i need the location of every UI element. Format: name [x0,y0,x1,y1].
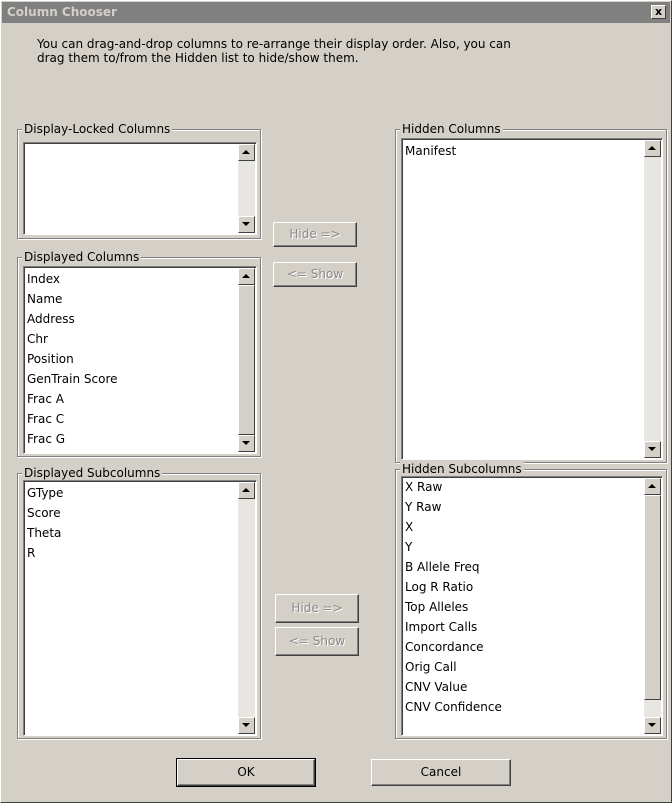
display-locked-list[interactable] [23,142,257,235]
instructions-line-2: drag them to/from the Hidden list to hid… [37,51,359,65]
close-button[interactable]: x [651,5,666,19]
cancel-label: Cancel [420,765,462,779]
scroll-down-button[interactable] [644,441,661,458]
list-item[interactable]: GenTrain Score [27,369,236,389]
list-item[interactable]: Frac C [27,409,236,429]
hidden-columns-label: Hidden Columns [400,122,503,136]
list-item[interactable]: Log R Ratio [405,577,642,597]
hidden-subcolumns-scrollbar[interactable] [644,478,661,734]
arrow-up-icon [242,274,250,278]
displayed-subcolumns-list[interactable]: GType Score Theta R [23,480,257,736]
scroll-down-button[interactable] [238,435,255,452]
instructions: You can drag-and-drop columns to re-arra… [37,37,637,65]
scroll-up-button[interactable] [238,482,255,499]
hide-subcolumn-button[interactable]: Hide => [275,594,359,623]
hidden-columns-scrollbar[interactable] [644,140,661,458]
hidden-subcolumns-list[interactable]: X Raw Y Raw X Y B Allele Freq Log R Ratio Top … [401,476,663,736]
display-locked-label: Display-Locked Columns [22,122,173,136]
displayed-subcolumns-scrollbar[interactable] [238,482,255,734]
hidden-subcolumns-label: Hidden Subcolumns [400,462,524,476]
show-subcolumn-button[interactable]: <= Show [275,627,359,656]
arrow-down-icon [242,222,250,226]
displayed-columns-group: Displayed Columns Index Name Address Chr Pos… [17,250,261,457]
displayed-columns-list[interactable]: Index Name Address Chr Position GenTrain Scor… [23,266,257,454]
arrow-up-icon [648,146,656,150]
list-item[interactable]: Frac G [27,429,236,449]
list-item[interactable]: Address [27,309,236,329]
scroll-up-button[interactable] [644,478,661,495]
list-item[interactable]: Manifest [405,141,642,161]
list-item[interactable]: Theta [27,523,236,543]
displayed-subcolumns-group: Displayed Subcolumns GType Score Theta R [17,466,261,739]
list-item[interactable]: Y Raw [405,497,642,517]
scroll-thumb[interactable] [644,495,661,700]
show-subcolumn-label: <= Show [288,634,346,648]
hide-subcolumn-label: Hide => [291,601,343,615]
ok-label: OK [237,765,255,779]
list-item[interactable]: B Allele Freq [405,557,642,577]
instructions-line-1: You can drag-and-drop columns to re-arra… [37,37,511,51]
list-item[interactable]: Frac A [27,389,236,409]
arrow-down-icon [648,447,656,451]
arrow-up-icon [242,488,250,492]
list-item[interactable]: X Raw [405,477,642,497]
list-item[interactable]: CNV Value [405,677,642,697]
displayed-columns-scrollbar[interactable] [238,268,255,452]
displayed-columns-items: Index Name Address Chr Position GenTrain Scor… [27,269,236,453]
list-item[interactable]: GType [27,483,236,503]
cancel-button[interactable]: Cancel [371,759,511,786]
ok-button[interactable]: OK [176,758,316,787]
arrow-down-icon [648,723,656,727]
list-item[interactable]: Frac T [27,449,236,453]
show-column-button[interactable]: <= Show [273,262,357,287]
list-item[interactable]: Position [27,349,236,369]
hidden-columns-list[interactable]: Manifest [401,138,663,460]
displayed-subcolumns-items: GType Score Theta R [27,483,236,563]
displayed-columns-label: Displayed Columns [22,250,142,264]
display-locked-group: Display-Locked Columns [17,122,261,239]
scroll-up-button[interactable] [644,140,661,157]
scroll-down-button[interactable] [238,717,255,734]
close-icon: x [654,5,663,18]
scroll-up-button[interactable] [238,144,255,161]
column-chooser-dialog: Column Chooser x You can drag-and-drop c… [0,0,672,803]
scroll-down-button[interactable] [238,216,255,233]
arrow-down-icon [242,723,250,727]
list-item[interactable]: Import Calls [405,617,642,637]
list-item[interactable]: Y [405,537,642,557]
display-locked-scrollbar[interactable] [238,144,255,233]
scroll-down-button[interactable] [644,717,661,734]
hidden-subcolumns-items: X Raw Y Raw X Y B Allele Freq Log R Ratio Top … [405,477,642,717]
list-item[interactable]: Chr [27,329,236,349]
list-item[interactable]: Top Alleles [405,597,642,617]
list-item[interactable]: X [405,517,642,537]
hidden-subcolumns-group: Hidden Subcolumns X Raw Y Raw X Y B Allele F… [395,462,667,739]
list-item[interactable]: Index [27,269,236,289]
scroll-thumb[interactable] [238,285,255,435]
hidden-columns-group: Hidden Columns Manifest [395,122,667,463]
arrow-up-icon [648,484,656,488]
displayed-subcolumns-label: Displayed Subcolumns [22,466,163,480]
title-bar[interactable]: Column Chooser x [2,2,670,23]
show-column-label: <= Show [286,267,344,281]
list-item[interactable]: Concordance [405,637,642,657]
list-item[interactable]: Score [27,503,236,523]
list-item[interactable]: Orig Call [405,657,642,677]
arrow-up-icon [242,150,250,154]
arrow-down-icon [242,441,250,445]
hidden-columns-items: Manifest [405,141,642,161]
scroll-up-button[interactable] [238,268,255,285]
window-title: Column Chooser [7,5,117,19]
hide-column-label: Hide => [289,227,341,241]
hide-column-button[interactable]: Hide => [273,222,357,247]
list-item[interactable]: CNV Confidence [405,697,642,717]
list-item[interactable]: R [27,543,236,563]
list-item[interactable]: Name [27,289,236,309]
